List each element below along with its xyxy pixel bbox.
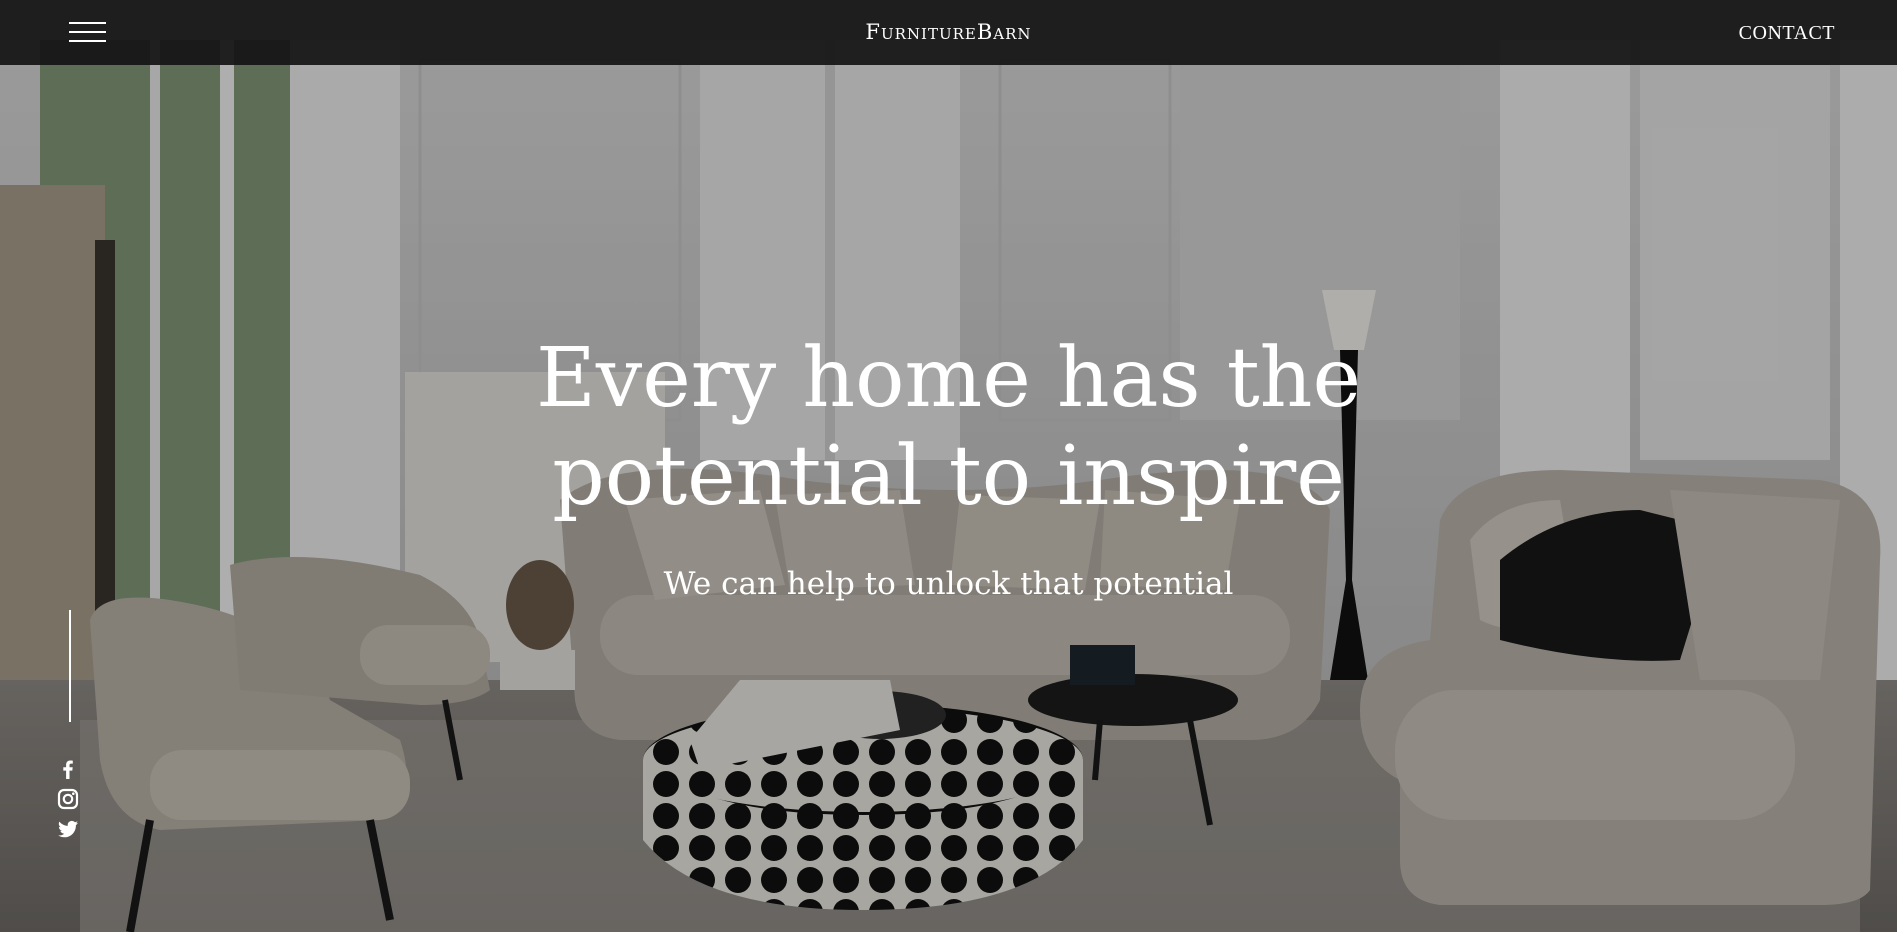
brand-logo[interactable]: FurnitureBarn — [0, 20, 1897, 44]
facebook-icon[interactable] — [56, 757, 80, 781]
hero-section: FurnitureBarn CONTACT Every home has the… — [0, 0, 1897, 932]
top-navigation-bar: FurnitureBarn CONTACT — [0, 0, 1897, 65]
twitter-icon[interactable] — [56, 817, 80, 841]
hero-subheadline: We can help to unlock that potential — [663, 566, 1234, 602]
hero-headline-line-1: Every home has the — [536, 331, 1361, 426]
hero-headline-line-2: potential to inspire — [552, 429, 1345, 524]
instagram-icon[interactable] — [56, 787, 80, 811]
contact-link[interactable]: CONTACT — [1739, 22, 1835, 45]
hero-headline: Every home has the potential to inspire — [0, 330, 1897, 526]
side-divider-line — [69, 610, 71, 722]
